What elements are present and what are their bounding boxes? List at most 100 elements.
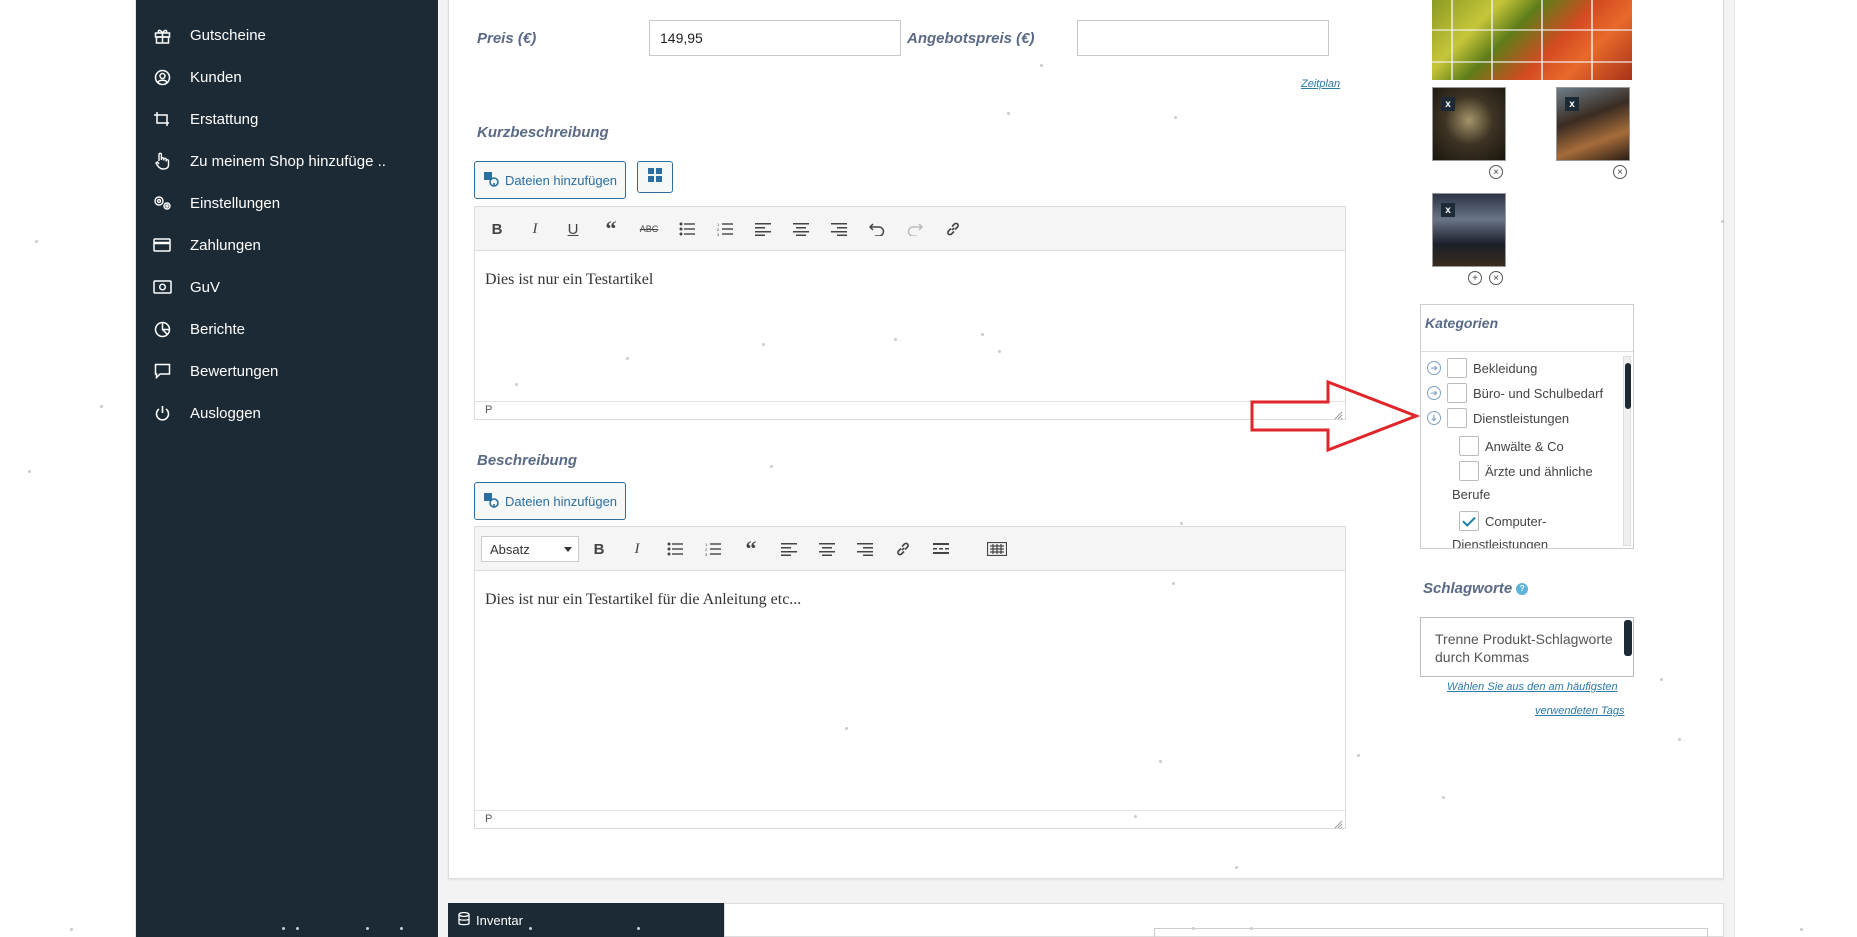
remove-image-icon[interactable]: x <box>1441 97 1455 111</box>
element-path: P <box>485 813 493 825</box>
category-item[interactable]: ➜ Büro- und Schulbedarf <box>1427 383 1603 403</box>
gallery-image[interactable]: x <box>1556 87 1630 161</box>
info-icon[interactable]: ? <box>1516 583 1529 596</box>
bullet-list-button[interactable] <box>675 217 699 241</box>
featured-image[interactable] <box>1432 0 1632 80</box>
tags-scrollbar-thumb[interactable] <box>1624 620 1632 656</box>
category-checkbox[interactable] <box>1459 436 1479 456</box>
sidebar-item-guv[interactable]: GuV <box>136 267 438 307</box>
bold-button[interactable]: B <box>485 217 509 241</box>
dust-dot <box>400 927 403 930</box>
toolbar-toggle-button[interactable] <box>985 537 1009 561</box>
description-text[interactable]: Dies ist nur ein Testartikel für die Anl… <box>485 591 801 609</box>
redo-button[interactable] <box>903 217 927 241</box>
link-button[interactable] <box>891 537 915 561</box>
read-more-button[interactable] <box>929 537 953 561</box>
scrollbar-thumb[interactable] <box>1625 363 1631 409</box>
add-media-label: Dateien hinzufügen <box>505 493 618 509</box>
numbered-list-button[interactable]: 123 <box>713 217 737 241</box>
resize-grip-icon[interactable] <box>1333 816 1343 829</box>
category-checkbox[interactable] <box>1459 461 1479 481</box>
add-circle-icon[interactable]: + <box>1468 271 1482 285</box>
sidebar-item-zahlungen[interactable]: Zahlungen <box>136 225 438 265</box>
category-item[interactable]: ➜ Dienstleistungen <box>1427 408 1569 428</box>
format-select[interactable]: Absatz <box>481 536 579 562</box>
dust-dot <box>845 727 848 730</box>
money-icon <box>152 277 172 297</box>
sidebar-item-gutscheine[interactable]: Gutscheine <box>136 15 438 55</box>
credit-card-icon <box>152 235 172 255</box>
dust-dot <box>1660 678 1663 681</box>
inventory-input[interactable] <box>1154 928 1708 937</box>
media-icon <box>483 492 499 511</box>
grid-layout-button[interactable] <box>637 161 673 193</box>
align-center-button[interactable] <box>789 217 813 241</box>
sidebar-item-bewertungen[interactable]: Bewertungen <box>136 351 438 391</box>
database-icon <box>458 911 470 929</box>
remove-circle-icon[interactable]: × <box>1613 165 1627 179</box>
categories-scrollbar[interactable] <box>1623 356 1631 546</box>
underline-button[interactable]: U <box>561 217 585 241</box>
numbered-list-button[interactable]: 123 <box>701 537 725 561</box>
remove-circle-icon[interactable]: × <box>1489 165 1503 179</box>
align-center-button[interactable] <box>815 537 839 561</box>
category-item[interactable]: Anwälte & Co <box>1459 436 1564 456</box>
sidebar-item-erstattung[interactable]: Erstattung <box>136 99 438 139</box>
align-left-button[interactable] <box>777 537 801 561</box>
remove-image-icon[interactable]: x <box>1441 203 1455 217</box>
align-right-button[interactable] <box>827 217 851 241</box>
schedule-link[interactable]: Zeitplan <box>1301 78 1340 90</box>
expand-arrow-icon[interactable]: ➜ <box>1427 361 1441 375</box>
tags-input[interactable]: Trenne Produkt-Schlagworte durch Kommas <box>1420 617 1634 677</box>
category-checkbox[interactable] <box>1447 408 1467 428</box>
category-checkbox-checked[interactable] <box>1459 511 1479 531</box>
sidebar-item-kunden[interactable]: Kunden <box>136 57 438 97</box>
short-description-text[interactable]: Dies ist nur ein Testartikel <box>485 271 653 289</box>
dust-dot <box>1800 928 1803 931</box>
price-input[interactable]: 149,95 <box>649 20 901 56</box>
italic-button[interactable]: I <box>523 217 547 241</box>
italic-button[interactable]: I <box>625 537 649 561</box>
link-button[interactable] <box>941 217 965 241</box>
category-item[interactable]: ➜ Bekleidung <box>1427 358 1537 378</box>
blockquote-button[interactable]: “ <box>739 536 763 561</box>
sidebar-item-berichte[interactable]: Berichte <box>136 309 438 349</box>
undo-button[interactable] <box>865 217 889 241</box>
category-label: Computer- <box>1485 513 1547 529</box>
dust-dot <box>1250 927 1253 930</box>
gift-icon <box>152 25 172 45</box>
editor-toolbar: Absatz B I 123 “ <box>475 527 1345 571</box>
gallery-image[interactable]: x <box>1432 87 1506 161</box>
sidebar-item-ausloggen[interactable]: Ausloggen <box>136 393 438 433</box>
align-left-button[interactable] <box>751 217 775 241</box>
sale-price-input[interactable] <box>1077 20 1329 56</box>
expand-arrow-icon[interactable]: ➜ <box>1427 386 1441 400</box>
tab-inventory[interactable]: Inventar <box>448 903 724 937</box>
collapse-arrow-icon[interactable]: ➜ <box>1427 411 1441 425</box>
bold-button[interactable]: B <box>587 537 611 561</box>
dust-dot <box>762 343 765 346</box>
dust-dot <box>28 470 31 473</box>
blockquote-button[interactable]: “ <box>599 216 623 241</box>
choose-tags-link[interactable]: Wählen Sie aus den am häufigsten <box>1447 681 1618 693</box>
remove-circle-icon[interactable]: × <box>1489 271 1503 285</box>
dust-dot <box>366 927 369 930</box>
strikethrough-button[interactable]: ABC <box>637 217 661 241</box>
svg-text:3: 3 <box>705 552 708 556</box>
add-media-button[interactable]: Dateien hinzufügen <box>474 161 627 199</box>
add-media-button[interactable]: Dateien hinzufügen <box>474 482 627 520</box>
sidebar-item-label: Einstellungen <box>190 194 281 212</box>
category-checkbox[interactable] <box>1447 358 1467 378</box>
category-checkbox[interactable] <box>1447 383 1467 403</box>
align-right-button[interactable] <box>853 537 877 561</box>
gallery-image[interactable]: x <box>1432 193 1506 267</box>
bullet-list-button[interactable] <box>663 537 687 561</box>
refund-icon <box>152 109 172 129</box>
sidebar-item-einstellungen[interactable]: Einstellungen <box>136 183 438 223</box>
remove-image-icon[interactable]: x <box>1565 97 1579 111</box>
category-item[interactable]: Computer- <box>1459 511 1546 531</box>
choose-tags-link-cont[interactable]: verwendeten Tags <box>1535 705 1625 717</box>
category-item[interactable]: Ärzte und ähnliche <box>1459 461 1593 481</box>
description-editor: Absatz B I 123 “ Dies ist nur ein Testar… <box>474 526 1346 829</box>
sidebar-item-add-to-shop[interactable]: Zu meinem Shop hinzufüge .. <box>136 141 438 181</box>
